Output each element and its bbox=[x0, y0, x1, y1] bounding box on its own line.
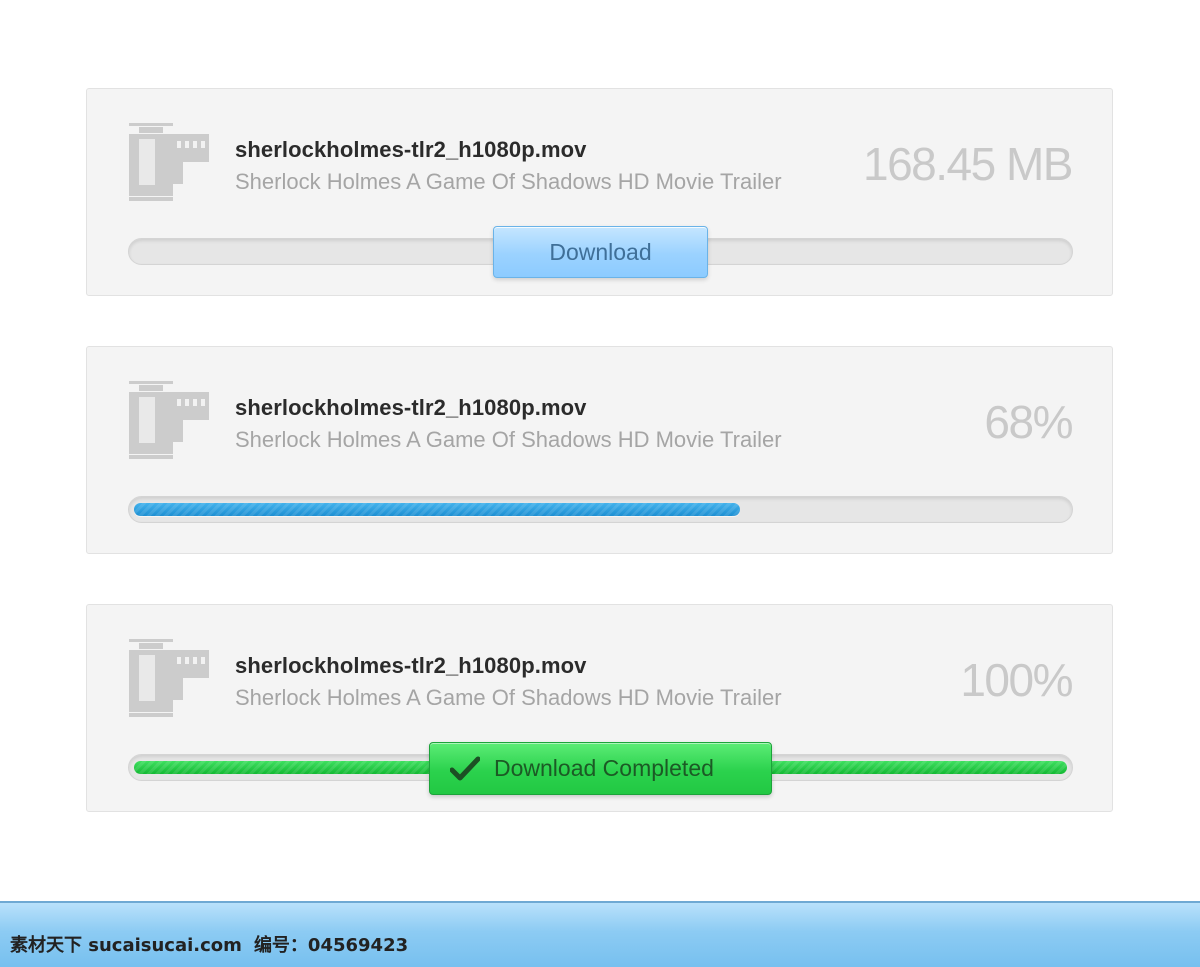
file-name: sherlockholmes-tlr2_h1080p.mov bbox=[235, 137, 587, 162]
footer-site: 素材天下 sucaisucai.com bbox=[10, 935, 242, 956]
download-button[interactable]: Download bbox=[493, 226, 708, 278]
footer-bar: 素材天下 sucaisucai.com 编号：04569423 bbox=[0, 901, 1200, 967]
film-strip-icon bbox=[129, 123, 209, 201]
file-name: sherlockholmes-tlr2_h1080p.mov bbox=[235, 395, 587, 420]
file-description: Sherlock Holmes A Game Of Shadows HD Mov… bbox=[235, 169, 782, 194]
film-strip-icon bbox=[129, 381, 209, 459]
download-completed-label: Download Completed bbox=[494, 755, 714, 781]
file-size: 168.45 MB bbox=[863, 138, 1073, 190]
download-item-ready: sherlockholmes-tlr2_h1080p.mov Sherlock … bbox=[86, 88, 1113, 296]
file-description: Sherlock Holmes A Game Of Shadows HD Mov… bbox=[235, 685, 782, 710]
download-item-in-progress: sherlockholmes-tlr2_h1080p.mov Sherlock … bbox=[86, 346, 1113, 554]
footer-text: 素材天下 sucaisucai.com 编号：04569423 bbox=[10, 931, 408, 957]
progress-fill bbox=[134, 503, 740, 516]
footer-id: 编号：04569423 bbox=[253, 935, 409, 956]
file-description: Sherlock Holmes A Game Of Shadows HD Mov… bbox=[235, 427, 782, 452]
download-item-completed: sherlockholmes-tlr2_h1080p.mov Sherlock … bbox=[86, 604, 1113, 812]
progress-percent: 68% bbox=[984, 396, 1073, 448]
film-strip-icon bbox=[129, 639, 209, 717]
file-name: sherlockholmes-tlr2_h1080p.mov bbox=[235, 653, 587, 678]
download-completed-button[interactable]: Download Completed bbox=[429, 742, 772, 795]
checkmark-icon bbox=[450, 756, 480, 781]
progress-track bbox=[128, 496, 1073, 523]
progress-percent: 100% bbox=[960, 654, 1073, 706]
